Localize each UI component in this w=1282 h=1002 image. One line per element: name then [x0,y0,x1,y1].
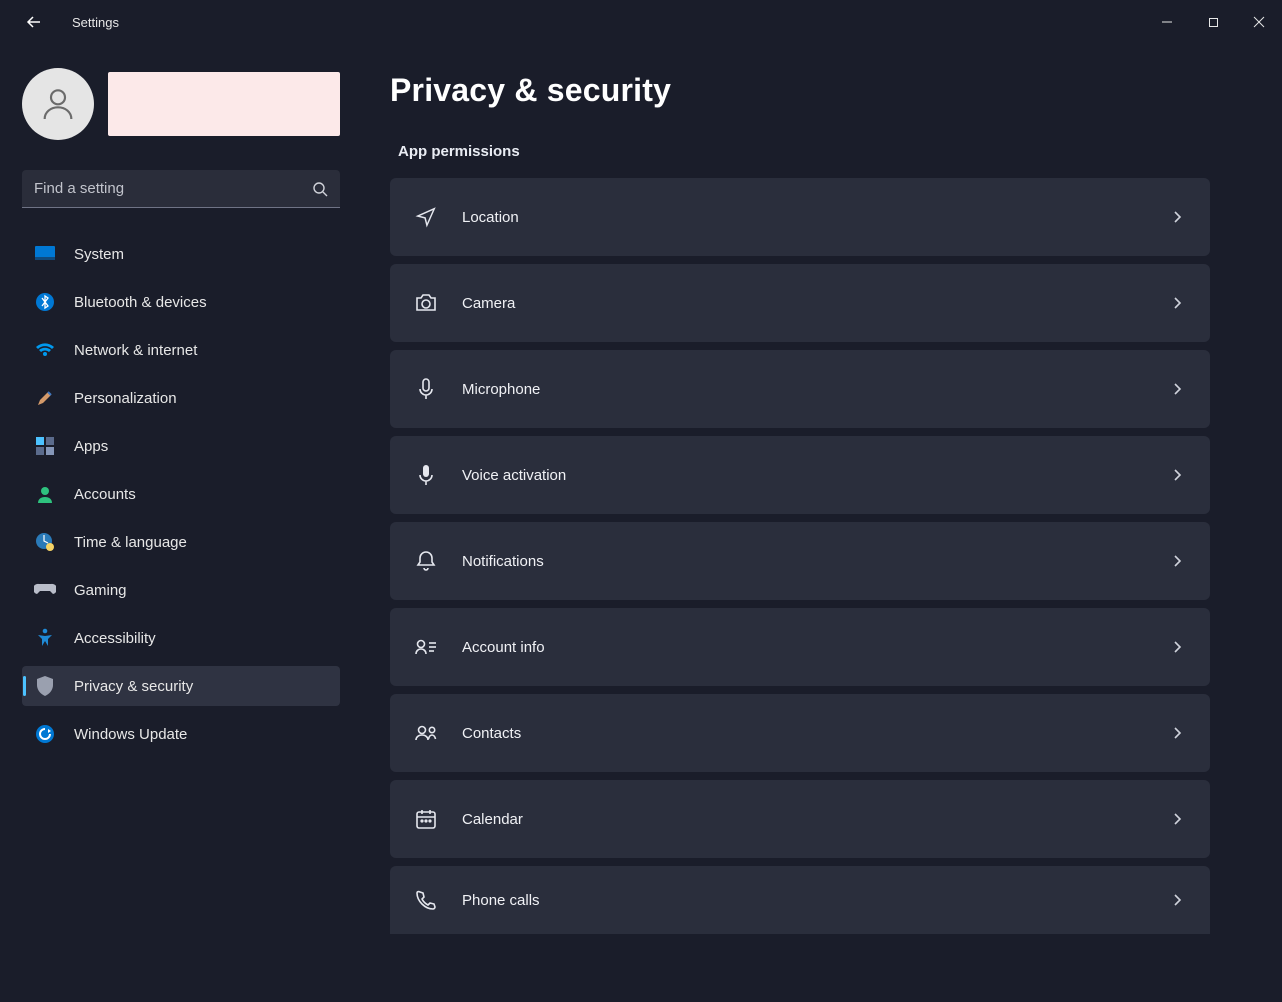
permission-item-account-info[interactable]: Account info [390,608,1210,686]
sidebar-item-label: Gaming [74,582,127,599]
user-profile[interactable] [22,68,340,140]
content: Privacy & security App permissions Locat… [360,44,1282,1002]
sidebar-item-accessibility[interactable]: Accessibility [22,618,340,658]
sidebar-item-personalization[interactable]: Personalization [22,378,340,418]
bluetooth-icon [34,291,56,313]
window-controls [1144,6,1282,38]
voice-activation-icon [412,461,440,489]
chevron-right-icon [1172,640,1182,654]
sidebar-item-label: Windows Update [74,726,187,743]
microphone-icon [412,375,440,403]
chevron-right-icon [1172,812,1182,826]
permission-label: Contacts [462,725,521,742]
gamepad-icon [34,579,56,601]
permission-item-voice-activation[interactable]: Voice activation [390,436,1210,514]
sidebar-item-system[interactable]: System [22,234,340,274]
sidebar-item-label: Accessibility [74,630,156,647]
sidebar-item-privacy-security[interactable]: Privacy & security [22,666,340,706]
sidebar-item-label: Accounts [74,486,136,503]
sidebar-item-time-language[interactable]: Time & language [22,522,340,562]
system-icon [34,243,56,265]
close-icon [1253,16,1265,28]
section-title-app-permissions: App permissions [398,143,1210,160]
apps-icon [34,435,56,457]
sidebar-item-label: Privacy & security [74,678,193,695]
chevron-right-icon [1172,893,1182,907]
account-info-icon [412,633,440,661]
maximize-button[interactable] [1190,6,1236,38]
back-button[interactable] [20,8,48,36]
chevron-right-icon [1172,296,1182,310]
close-button[interactable] [1236,6,1282,38]
avatar [22,68,94,140]
wifi-icon [34,339,56,361]
sidebar-item-label: Apps [74,438,108,455]
window-title: Settings [72,15,119,30]
minimize-icon [1161,16,1173,28]
permissions-list: Location Camera Microphone [390,178,1210,934]
sidebar-item-bluetooth[interactable]: Bluetooth & devices [22,282,340,322]
sidebar-item-windows-update[interactable]: Windows Update [22,714,340,754]
nav-list: System Bluetooth & devices Network & int… [22,234,340,762]
globe-clock-icon [34,531,56,553]
user-name-redacted [108,72,340,136]
phone-icon [412,886,440,914]
permission-label: Account info [462,639,545,656]
permission-label: Phone calls [462,892,540,909]
permission-item-calendar[interactable]: Calendar [390,780,1210,858]
permission-item-phone-calls[interactable]: Phone calls [390,866,1210,934]
maximize-icon [1208,17,1219,28]
back-arrow-icon [26,14,42,30]
chevron-right-icon [1172,382,1182,396]
permission-item-camera[interactable]: Camera [390,264,1210,342]
sidebar-item-label: System [74,246,124,263]
sidebar-item-accounts[interactable]: Accounts [22,474,340,514]
permission-item-location[interactable]: Location [390,178,1210,256]
update-icon [34,723,56,745]
chevron-right-icon [1172,726,1182,740]
page-title: Privacy & security [390,72,1210,109]
permission-item-notifications[interactable]: Notifications [390,522,1210,600]
permission-label: Camera [462,295,515,312]
calendar-icon [412,805,440,833]
camera-icon [412,289,440,317]
permission-item-microphone[interactable]: Microphone [390,350,1210,428]
minimize-button[interactable] [1144,6,1190,38]
sidebar-item-label: Personalization [74,390,177,407]
sidebar: System Bluetooth & devices Network & int… [0,44,360,1002]
search-input[interactable] [22,170,340,208]
chevron-right-icon [1172,210,1182,224]
sidebar-item-label: Bluetooth & devices [74,294,207,311]
permission-label: Calendar [462,811,523,828]
permission-label: Notifications [462,553,544,570]
permission-item-contacts[interactable]: Contacts [390,694,1210,772]
accounts-icon [34,483,56,505]
search-icon [312,181,328,197]
sidebar-item-apps[interactable]: Apps [22,426,340,466]
sidebar-item-label: Network & internet [74,342,197,359]
location-icon [412,203,440,231]
contacts-icon [412,719,440,747]
titlebar: Settings [0,0,1282,44]
sidebar-item-label: Time & language [74,534,187,551]
permission-label: Location [462,209,519,226]
person-icon [38,84,78,124]
accessibility-icon [34,627,56,649]
chevron-right-icon [1172,554,1182,568]
sidebar-item-network[interactable]: Network & internet [22,330,340,370]
paintbrush-icon [34,387,56,409]
permission-label: Microphone [462,381,540,398]
search-field[interactable] [22,170,340,208]
permission-label: Voice activation [462,467,566,484]
shield-icon [34,675,56,697]
bell-icon [412,547,440,575]
chevron-right-icon [1172,468,1182,482]
sidebar-item-gaming[interactable]: Gaming [22,570,340,610]
